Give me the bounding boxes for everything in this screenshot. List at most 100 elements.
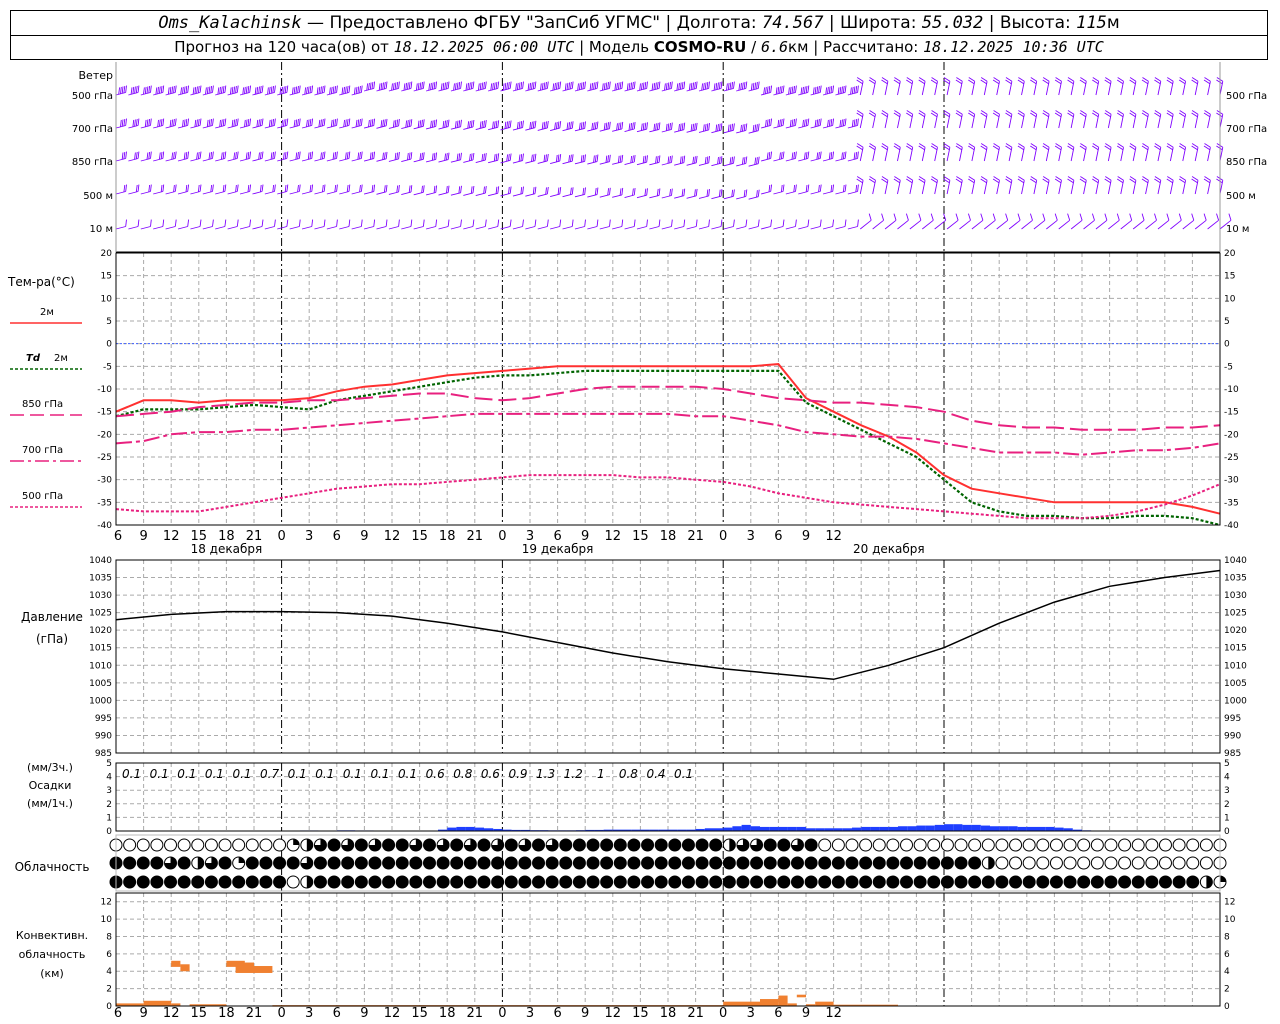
cloud-cover-symbol xyxy=(641,856,655,870)
wind-barb-feather xyxy=(174,85,177,93)
wind-barb-feather xyxy=(320,86,322,94)
wind-barb-feather xyxy=(793,118,796,127)
precip-sum-label: 0.1 xyxy=(674,767,693,781)
wind-barb-feather xyxy=(688,83,691,91)
wind-barb-feather xyxy=(593,122,595,130)
wind-barb-feather xyxy=(353,87,356,95)
wind-barb-feather xyxy=(718,189,721,197)
wind-barb-feather xyxy=(125,219,127,227)
wind-barb-feather xyxy=(194,119,197,127)
cloud-cover-symbol xyxy=(354,838,368,852)
wind-barb-feather xyxy=(417,82,420,90)
wind-barb-feather xyxy=(208,152,211,160)
precip-sum-label: 1.3 xyxy=(536,767,555,781)
precip-sum-label: 0.1 xyxy=(150,767,169,781)
wind-barb-feather xyxy=(545,187,547,195)
wind-barb-feather xyxy=(628,82,631,90)
wind-barb-feather xyxy=(578,82,581,90)
wind-barb-feather xyxy=(259,118,262,127)
wind-barb-feather xyxy=(321,118,324,127)
wind-barb-feather xyxy=(754,157,757,165)
wind-barb-feather xyxy=(596,81,599,89)
wind-barb-feather xyxy=(621,154,624,162)
conv-bar xyxy=(778,995,788,1006)
wind-barb-feather xyxy=(419,82,422,90)
cloud-cover-symbol xyxy=(1022,856,1036,870)
wind-barb-feather xyxy=(220,86,223,94)
cloud-cover-symbol xyxy=(586,856,600,870)
wind-barb-feather xyxy=(295,119,298,127)
wind-barb xyxy=(438,226,449,230)
conv-xtick: 15 xyxy=(411,1006,428,1021)
meteogram: 0.1 0.1 0.1 0.1 0.1 0.7 0.1 0.1 0.1 0.1 0.1 0.6 0.8 0… xyxy=(7,62,1267,1021)
cloud-cover-symbol xyxy=(204,838,218,852)
wind-barb-feather xyxy=(484,120,487,128)
wind-barb-feather xyxy=(259,151,262,160)
cloud-cover-symbol xyxy=(1104,875,1118,889)
wind-barb-feather xyxy=(199,184,202,192)
wind-barb-feather xyxy=(311,184,314,192)
wind-barb-feather xyxy=(297,85,299,94)
wind-barb-feather xyxy=(385,81,388,89)
wind-barb-feather xyxy=(343,119,346,127)
cloud-cover-symbol xyxy=(600,856,614,870)
wind-barb-feather xyxy=(522,186,524,194)
wind-barb-feather xyxy=(756,190,758,198)
wind-barb-feather xyxy=(220,152,223,160)
wind-barb-feather xyxy=(469,82,471,90)
wind-barb-feather xyxy=(621,121,624,129)
wind-barb-feather xyxy=(171,86,174,94)
wind-barb-feather xyxy=(360,85,363,93)
wind-barb-feather xyxy=(571,121,574,129)
wind-barb-feather xyxy=(235,151,237,160)
conv-title-3: (км) xyxy=(40,967,64,980)
wind-barb-feather xyxy=(311,219,314,227)
wind-barb-feather xyxy=(194,86,197,94)
conv-xtick: 15 xyxy=(191,1006,208,1021)
wind-barb-feather xyxy=(832,151,835,159)
cloud-cover-symbol xyxy=(763,838,777,852)
wind-barb-feather xyxy=(704,123,707,131)
wind-barb-feather xyxy=(842,85,845,94)
temp-title: Тем-ра(°C) xyxy=(7,275,75,289)
wind-barb-feather xyxy=(770,184,773,192)
cloud-cover-symbol xyxy=(1186,856,1200,870)
wind-barb-feather xyxy=(407,120,409,128)
wind-barb-feather xyxy=(135,184,138,193)
wind-barb-feather xyxy=(274,85,276,93)
cloud-cover-symbol xyxy=(1090,856,1104,870)
wind-barb-feather xyxy=(224,85,227,93)
cloud-cover-symbol xyxy=(436,856,450,870)
wind-barb xyxy=(946,219,959,230)
wind-barb xyxy=(140,226,151,230)
wind-barb-feather xyxy=(135,118,138,127)
wind-barb-feather xyxy=(297,151,299,160)
wind-barb-feather xyxy=(169,86,172,94)
cloud-cover-symbol xyxy=(818,875,832,889)
wind-barb-feather xyxy=(398,81,400,89)
wind-barb xyxy=(264,226,275,230)
wind-barb-feather xyxy=(245,86,248,94)
wind-barb-feather xyxy=(708,219,710,227)
wind-barb-feather xyxy=(717,124,719,132)
precip-bar xyxy=(852,827,862,831)
wind-barb-feather xyxy=(484,219,487,227)
wind-barb-feather xyxy=(731,81,734,90)
wind-barb-feather xyxy=(509,219,512,227)
wind-barb-feather xyxy=(555,82,558,90)
wind-barb-feather xyxy=(731,189,734,197)
wind-barb-feather xyxy=(309,85,312,94)
cloud-panel xyxy=(109,838,1227,889)
wind-barb-feather xyxy=(793,151,796,160)
press-ytick-left: 1025 xyxy=(89,609,112,619)
wind-barb-feather xyxy=(802,119,804,127)
press-ytick-right: 1005 xyxy=(1224,679,1247,689)
cloud-cover-symbol xyxy=(627,875,641,889)
wind-barb-feather xyxy=(745,81,748,89)
cloud-cover-symbol xyxy=(1049,856,1063,870)
precip-ytick-right: 1 xyxy=(1224,813,1230,823)
wind-barb-feather xyxy=(642,156,645,164)
legend-t500-label: 500 гПа xyxy=(22,491,63,502)
temp-ytick-left: 5 xyxy=(106,317,112,327)
conv-title-1: Конвективн. xyxy=(16,929,88,942)
